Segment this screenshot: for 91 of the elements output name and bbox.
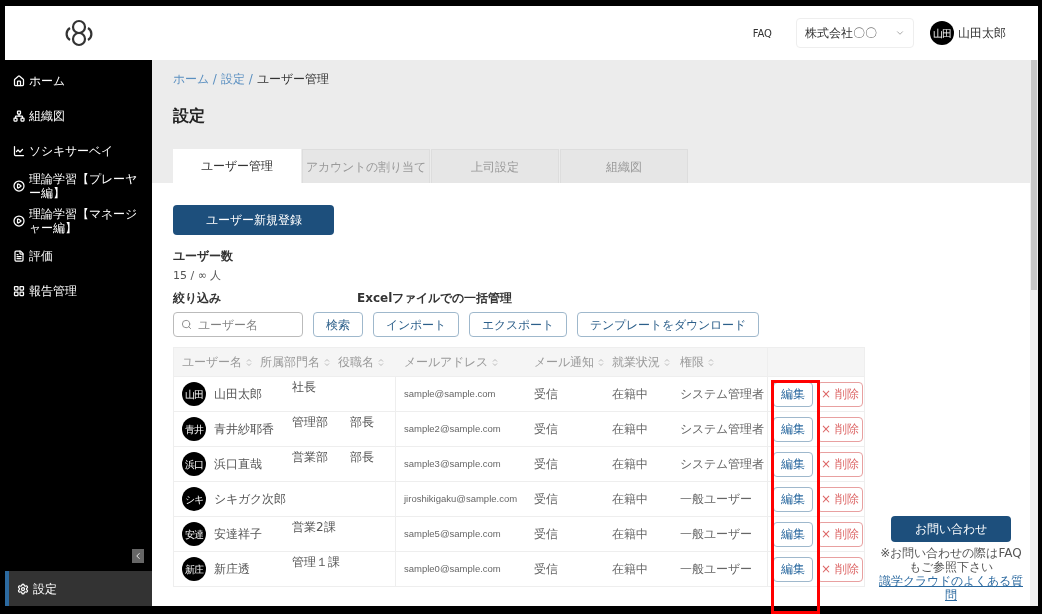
sort-icon[interactable] — [378, 358, 384, 367]
sidebar-item[interactable]: 理論学習【マネージャー編】 — [5, 203, 152, 238]
play-circle-icon — [13, 214, 25, 227]
table-cell: 在籍中 — [603, 376, 672, 412]
breadcrumb-current: ユーザー管理 — [256, 71, 329, 88]
sidebar-item[interactable]: 組織図 — [5, 98, 152, 133]
table-cell: 受信 — [525, 411, 604, 447]
faq-link[interactable]: FAQ — [752, 25, 772, 41]
sort-icon[interactable] — [246, 358, 252, 367]
table-cell-text: 管理部 — [292, 414, 329, 431]
tab[interactable]: ユーザー管理 — [173, 149, 301, 183]
table-cell: 受信 — [525, 481, 604, 517]
user-name[interactable]: 山田太郎 — [958, 24, 1006, 42]
table-cell: 一般ユーザー — [671, 481, 768, 517]
faq-link[interactable]: 識学クラウドのよくある質問 — [876, 574, 1026, 602]
avatar: 山田 — [182, 382, 206, 406]
table-cell: 一般ユーザー — [671, 516, 768, 552]
page-title: 設定 — [173, 105, 206, 127]
search-button[interactable]: 検索 — [313, 312, 363, 337]
sidebar-item[interactable]: 理論学習【プレーヤー編】 — [5, 168, 152, 203]
contact-note: ※お問い合わせの際はFAQもご参照下さい — [879, 546, 1023, 574]
table-cell: 在籍中 — [603, 446, 672, 482]
search-icon — [181, 319, 192, 330]
table-cell-text: シキガク次郎 — [214, 491, 287, 508]
table-cell: sample0@sample.com — [395, 551, 526, 587]
table-cell: 在籍中 — [603, 411, 672, 447]
table-cell: jiroshikigaku@sample.com — [395, 481, 526, 517]
filter-label: 絞り込み — [173, 291, 222, 305]
scrollbar[interactable] — [1030, 60, 1038, 606]
table-cell-text: 営業部 — [292, 449, 329, 466]
avatar: 青井 — [182, 417, 206, 441]
table-cell: 在籍中 — [603, 551, 672, 587]
table-cell: sample5@sample.com — [395, 516, 526, 552]
table-cell: sample3@sample.com — [395, 446, 526, 482]
table-cell: システム管理者 — [671, 446, 768, 482]
table-cell: 一般ユーザー — [671, 551, 768, 587]
contact-button[interactable]: お問い合わせ — [891, 516, 1011, 542]
company-select[interactable]: 株式会社〇〇 — [796, 18, 914, 48]
avatar: 浜口 — [182, 452, 206, 476]
table-cell-text: 浜口直哉 — [214, 456, 263, 473]
hierarchy-icon — [13, 109, 25, 122]
table-cell: システム管理者 — [671, 376, 768, 412]
table-cell: 受信 — [525, 376, 604, 412]
sort-icon[interactable] — [663, 358, 670, 367]
sort-icon[interactable] — [491, 358, 498, 367]
table-cell: 在籍中 — [603, 481, 672, 517]
table-cell: sample2@sample.com — [395, 411, 526, 447]
sidebar-item[interactable]: 報告管理 — [5, 273, 152, 308]
play-circle-icon — [13, 179, 25, 192]
sort-icon[interactable] — [324, 358, 330, 367]
sidebar-item[interactable]: 評価 — [5, 238, 152, 273]
sort-icon[interactable] — [597, 358, 604, 367]
table-cell: 受信 — [525, 551, 604, 587]
table-cell: 在籍中 — [603, 516, 672, 552]
table-cell: 受信 — [525, 446, 604, 482]
user-count-label: ユーザー数 — [173, 249, 234, 263]
line-chart-icon — [13, 144, 25, 157]
table-cell-text: 社長 — [292, 379, 317, 396]
collapse-button[interactable] — [132, 549, 144, 563]
table-cell-text: 部長 — [350, 449, 374, 466]
excel-label: Excelファイルでの一括管理 — [357, 291, 513, 305]
search-field[interactable]: ユーザー名 — [173, 312, 303, 337]
table-cell-text: 部長 — [350, 414, 374, 431]
avatar: シキ — [182, 487, 206, 511]
table-cell-text: 管理１課 — [292, 554, 341, 571]
table-cell: 受信 — [525, 516, 604, 552]
document-icon — [13, 249, 25, 262]
table-cell-text: 新庄透 — [214, 561, 251, 578]
chevron-left-icon — [133, 551, 143, 561]
avatar: 山田 — [930, 21, 954, 45]
register-button[interactable]: ユーザー新規登録 — [173, 205, 334, 235]
excel-button[interactable]: エクスポート — [469, 312, 567, 337]
avatar: 安達 — [182, 522, 206, 546]
sidebar-item[interactable]: 設定 — [5, 571, 152, 606]
chevron-down-icon — [895, 28, 905, 38]
sidebar-item[interactable]: ソシキサーベイ — [5, 133, 152, 168]
table-cell-text: 安達祥子 — [214, 526, 263, 543]
home-icon — [13, 74, 25, 87]
grid-icon — [13, 284, 25, 297]
sidebar-item[interactable]: ホーム — [5, 63, 152, 98]
settings-icon — [17, 582, 29, 595]
excel-button[interactable]: テンプレートをダウンロード — [577, 312, 759, 337]
table-cell: sample@sample.com — [395, 376, 526, 412]
table-cell-text: 山田太郎 — [214, 386, 263, 403]
table-cell-text: 青井紗耶香 — [214, 421, 275, 438]
avatar: 新庄 — [182, 557, 206, 581]
table-cell: システム管理者 — [671, 411, 768, 447]
user-count-value: 15 / ∞ 人 — [173, 269, 223, 283]
table-cell-text: 営業2課 — [292, 519, 337, 536]
excel-button[interactable]: インポート — [373, 312, 459, 337]
sort-icon[interactable] — [707, 358, 714, 367]
